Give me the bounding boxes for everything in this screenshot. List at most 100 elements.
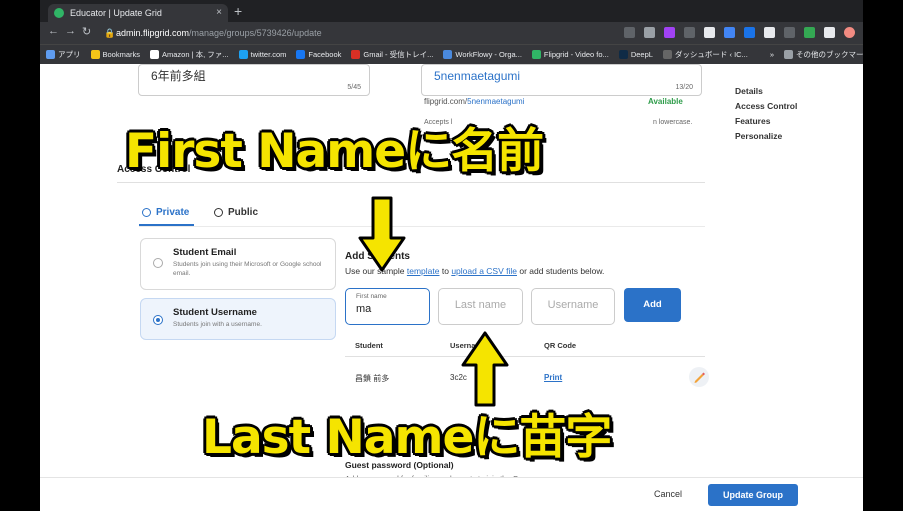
column-header-qr: QR Code [544,341,577,350]
extension-square-icon[interactable] [764,27,775,38]
first-name-value: ma [356,303,372,315]
extension-grey-icon[interactable] [784,27,795,38]
last-name-input[interactable]: Last name [438,288,523,325]
forward-arrow-icon[interactable]: → [65,25,76,37]
print-qr-link[interactable]: Print [544,373,562,382]
bookmark-label: twitter.com [250,50,287,59]
upload-csv-link[interactable]: upload a CSV file [451,266,517,276]
table-divider [345,356,705,357]
tab-public[interactable]: Public [214,207,258,218]
username-placeholder: Username [547,299,599,311]
group-url-prefix: flipgrid.com/ [424,97,468,106]
side-nav-item[interactable]: Access Control [735,101,797,111]
radio-student-username[interactable] [153,315,163,325]
cancel-button[interactable]: Cancel [654,489,682,499]
bookmark-item[interactable]: » [757,50,775,59]
add-desc-text: to [439,266,452,276]
first-name-input[interactable]: First name ma [345,288,430,325]
bookmark-favicon-icon [443,50,453,59]
option-desc: Students join using their Microsoft or G… [173,261,322,277]
add-student-button[interactable]: Add [624,288,681,322]
option-student-username[interactable]: Student Username Students join with a us… [140,298,336,340]
bookmark-label: Facebook [308,50,342,59]
last-name-placeholder: Last name [454,299,507,311]
bookmark-item[interactable]: DeepL [618,50,653,59]
translate-icon[interactable] [624,27,635,38]
extension-blue-icon[interactable] [724,27,735,38]
address-bar[interactable]: 🔒 admin.flipgrid.com/manage/groups/57394… [102,25,622,41]
extensions-puzzle-icon[interactable] [824,27,835,38]
slug-hint-right: n lowercase. [653,119,693,126]
bookmark-item[interactable]: Flipgrid - Video fo... [531,50,609,59]
flipgrid-favicon-icon [54,8,64,18]
bookmark-favicon-icon [238,50,248,59]
add-desc-text: or add students below. [517,266,605,276]
bookmark-item[interactable]: アプリ [46,49,81,60]
column-header-student: Student [355,341,383,350]
extension-icons [624,27,855,39]
bookmark-item[interactable]: Facebook [296,50,341,59]
bookmark-item[interactable]: WorkFlowy - Orga... [443,50,522,59]
radio-student-email[interactable] [153,258,163,268]
caption-bottom: Last Nameに苗字 [202,410,612,465]
group-name-count: 5/45 [347,84,361,91]
option-title: Student Username [173,307,257,318]
extension-dot-icon[interactable] [744,27,755,38]
footer-bar: Cancel Update Group [40,477,863,511]
extension-white-icon[interactable] [704,27,715,38]
bookmark-item[interactable]: ダッシュボード ‹ IC... [662,49,748,60]
option-desc: Students join with a username. [173,321,262,328]
new-tab-icon[interactable]: + [234,3,242,19]
bookmark-label: » [769,50,775,59]
reload-icon[interactable]: ↻ [82,25,91,38]
bookmark-label: Flipgrid - Video fo... [543,50,609,59]
bookmark-label: アプリ [58,50,81,59]
side-nav-item[interactable]: Personalize [735,131,797,141]
back-arrow-icon[interactable]: ← [48,25,59,37]
bookmark-label: ダッシュボード ‹ IC... [674,50,748,59]
tab-private-label: Private [156,207,190,218]
tab-divider [139,226,705,227]
extension-green-icon[interactable] [804,27,815,38]
bookmark-item[interactable]: twitter.com [238,50,287,59]
bookmark-item[interactable]: Bookmarks [90,50,140,59]
bookmark-item[interactable]: その他のブックマーク [784,49,863,60]
bookmark-favicon-icon [757,50,767,59]
bookmark-item[interactable]: Gmail - 受信トレイ... [351,49,433,60]
profile-avatar-icon[interactable] [844,27,855,38]
group-name-input[interactable]: 6年前多組 5/45 [138,64,370,96]
username-input[interactable]: Username [531,288,615,325]
bookmark-favicon-icon [90,50,100,59]
extension-purple-icon[interactable] [664,27,675,38]
side-nav-item[interactable]: Details [735,86,797,96]
browser-toolbar: ← → ↻ 🔒 admin.flipgrid.com/manage/groups… [40,22,863,44]
side-nav-item[interactable]: Features [735,116,797,126]
tab-title: Educator | Update Grid [70,8,162,18]
group-url-link[interactable]: 5nenmaetagumi [467,97,524,106]
group-slug-count: 13/20 [675,84,693,91]
lock-icon: 🔒 [104,28,116,38]
extension-mic-icon[interactable] [684,27,695,38]
update-group-button[interactable]: Update Group [708,484,798,506]
bookmark-favicon-icon [784,50,794,59]
browser-tab[interactable]: Educator | Update Grid × [48,4,228,22]
bookmark-favicon-icon [46,50,55,59]
option-student-email[interactable]: Student Email Students join using their … [140,238,336,290]
availability-status: Available [648,97,683,106]
bookmark-favicon-icon [618,50,628,59]
tab-private[interactable]: Private [142,207,189,218]
option-title: Student Email [173,247,237,258]
bookmark-label: DeepL [630,50,653,59]
template-link[interactable]: template [407,266,440,276]
pencil-icon [694,372,705,383]
bookmark-item[interactable]: Amazon | 本, ファ... [150,49,229,60]
bookmark-star-icon[interactable] [644,27,655,38]
tab-close-icon[interactable]: × [216,4,222,22]
group-slug-input[interactable]: 5nenmaetagumi 13/20 [421,64,702,96]
edit-row-button[interactable] [689,367,709,387]
caption-top: First Nameに名前 [125,124,544,179]
screen: Educator | Update Grid × + ← → ↻ 🔒 admin… [40,0,863,511]
arrow-down-icon [358,196,406,272]
bookmark-favicon-icon [150,50,160,59]
browser-tab-strip: Educator | Update Grid × + [40,0,863,22]
